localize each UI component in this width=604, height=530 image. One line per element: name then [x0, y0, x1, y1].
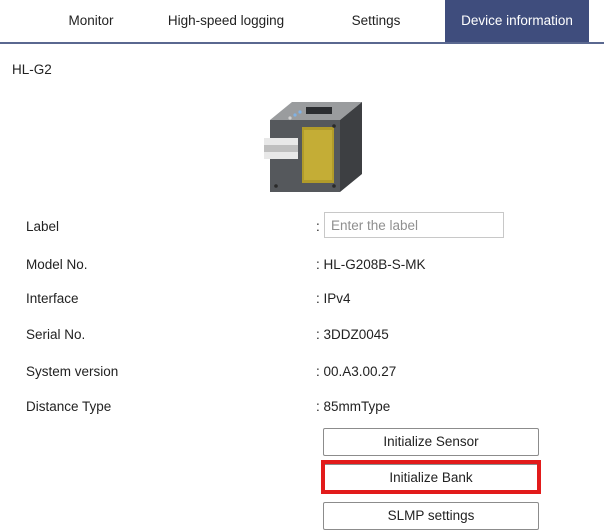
slmp-settings-button[interactable]: SLMP settings	[323, 502, 539, 530]
initialize-sensor-button[interactable]: Initialize Sensor	[323, 428, 539, 456]
device-name: HL-G2	[12, 62, 52, 77]
serial-no-value: : 3DDZ0045	[316, 327, 389, 342]
distance-type-value: : 85mmType	[316, 399, 391, 414]
sensor-image	[264, 102, 362, 192]
initialize-bank-button[interactable]: Initialize Bank	[323, 464, 539, 492]
label-row-label: Label	[26, 219, 60, 234]
distance-type-label: Distance Type	[26, 399, 112, 414]
tab-device-information[interactable]: Device information	[445, 0, 589, 42]
tab-monitor[interactable]: Monitor	[40, 0, 142, 42]
model-no-value: : HL-G208B-S-MK	[316, 257, 426, 272]
serial-no-label: Serial No.	[26, 327, 86, 342]
label-row-colon: :	[316, 219, 320, 234]
system-version-label: System version	[26, 364, 119, 379]
interface-label: Interface	[26, 291, 79, 306]
interface-value: : IPv4	[316, 291, 351, 306]
model-no-label: Model No.	[26, 257, 88, 272]
system-version-value: : 00.A3.00.27	[316, 364, 397, 379]
label-input[interactable]	[324, 212, 504, 238]
tab-bar: Monitor High-speed logging Settings Devi…	[0, 0, 604, 44]
tab-settings[interactable]: Settings	[318, 0, 434, 42]
tab-high-speed-logging[interactable]: High-speed logging	[146, 0, 306, 42]
